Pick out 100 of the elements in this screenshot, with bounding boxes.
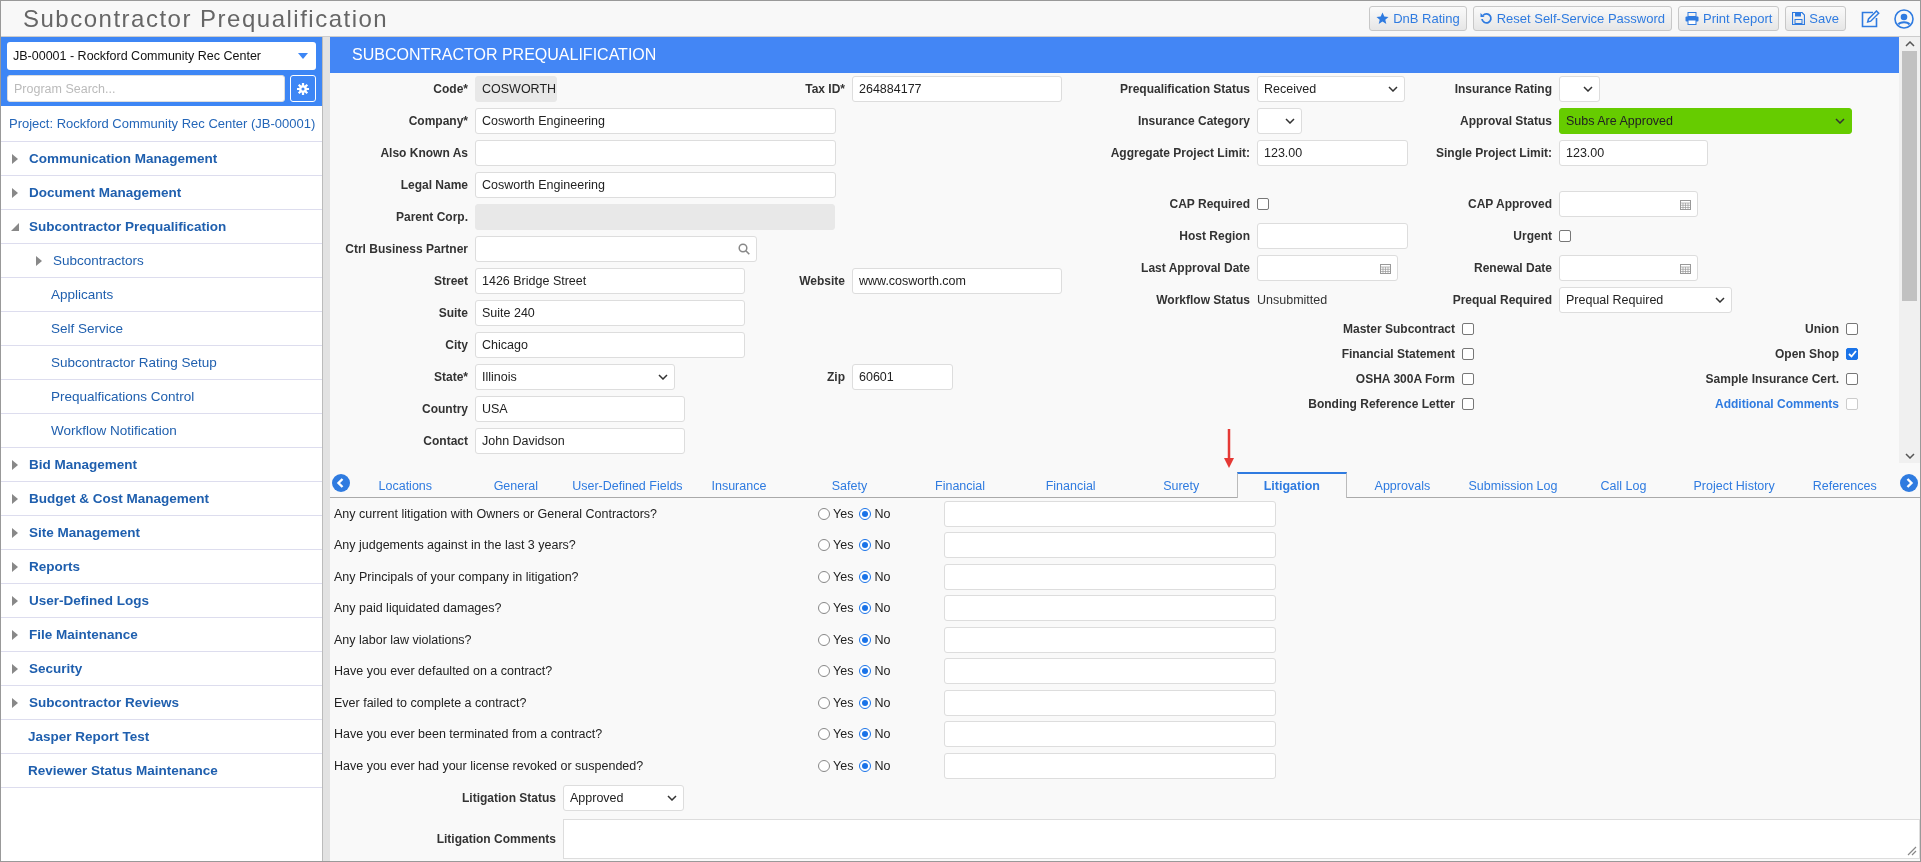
tab[interactable]: User-Defined Fields — [571, 472, 684, 498]
radio-option[interactable]: No — [859, 506, 891, 521]
dropdown[interactable] — [1257, 108, 1302, 134]
tab[interactable]: References — [1789, 472, 1900, 498]
radio-button[interactable] — [818, 759, 830, 772]
dropdown[interactable]: Subs Are Approved — [1559, 108, 1852, 134]
menu-item[interactable]: Applicants — [1, 278, 322, 312]
text-field[interactable]: Cosworth Engineering — [475, 172, 836, 198]
tab[interactable]: General — [460, 472, 572, 498]
radio-option[interactable]: No — [859, 601, 891, 616]
text-field[interactable] — [1257, 223, 1408, 249]
radio-button[interactable] — [859, 633, 872, 646]
comments-field[interactable] — [563, 818, 1920, 859]
radio-option[interactable]: No — [859, 758, 891, 773]
radio-option[interactable]: No — [859, 569, 891, 584]
checkbox[interactable] — [1846, 372, 1858, 385]
text-field[interactable] — [944, 626, 1276, 653]
text-field[interactable]: 123.00 — [1559, 140, 1708, 166]
text-field[interactable] — [475, 140, 836, 166]
checkbox[interactable] — [1846, 347, 1858, 360]
project-link[interactable]: Project: Rockford Community Rec Center (JB-00001) — [1, 106, 322, 142]
radio-button[interactable] — [859, 665, 872, 678]
toolbar-button[interactable]: Reset Self-Service Password — [1472, 6, 1672, 31]
text-field[interactable]: Chicago — [475, 332, 745, 358]
radio-option[interactable]: Yes — [818, 632, 854, 647]
checkbox[interactable] — [1559, 230, 1571, 242]
menu-item[interactable]: Document Management — [1, 176, 322, 210]
radio-option[interactable]: Yes — [818, 538, 854, 553]
date-field[interactable] — [1559, 255, 1698, 281]
dropdown[interactable]: Prequal Required — [1559, 287, 1732, 313]
tab[interactable]: Financial — [1015, 472, 1126, 498]
tab[interactable]: Safety — [794, 472, 905, 498]
radio-option[interactable]: No — [859, 664, 891, 679]
text-field[interactable]: USA — [475, 396, 685, 422]
menu-item[interactable]: Budget & Cost Management — [1, 482, 322, 516]
tab[interactable]: Surety — [1125, 472, 1237, 498]
settings-button[interactable] — [290, 75, 316, 102]
toolbar-button[interactable]: Save — [1785, 6, 1846, 31]
previous-icon[interactable] — [332, 474, 350, 492]
dropdown[interactable] — [1559, 76, 1600, 102]
text-field[interactable]: Suite 240 — [475, 300, 745, 326]
menu-item[interactable]: Self Service — [1, 312, 322, 346]
radio-button[interactable] — [859, 759, 872, 772]
text-field[interactable]: Cosworth Engineering — [475, 108, 836, 134]
lookup-field[interactable] — [475, 236, 757, 262]
next-icon[interactable] — [1900, 474, 1918, 492]
radio-option[interactable]: Yes — [818, 758, 854, 773]
radio-button[interactable] — [859, 539, 872, 552]
menu-item[interactable]: User-Defined Logs — [1, 584, 322, 618]
menu-item[interactable]: Jasper Report Test — [1, 720, 322, 754]
radio-button[interactable] — [818, 633, 830, 646]
text-field[interactable]: John Davidson — [475, 428, 685, 454]
checkbox[interactable] — [1462, 347, 1474, 360]
tab[interactable]: Insurance — [683, 472, 795, 498]
menu-item[interactable]: Security — [1, 652, 322, 686]
dropdown[interactable]: Approved — [563, 784, 684, 811]
text-field[interactable] — [944, 658, 1276, 685]
menu-item[interactable]: Site Management — [1, 516, 322, 550]
radio-option[interactable]: No — [859, 538, 891, 553]
radio-button[interactable] — [818, 665, 830, 678]
radio-button[interactable] — [818, 602, 830, 615]
radio-option[interactable]: Yes — [818, 569, 854, 584]
menu-item[interactable]: Reports — [1, 550, 322, 584]
tab[interactable]: Submission Log — [1457, 472, 1569, 498]
project-select[interactable]: JB-00001 - Rockford Community Rec Center — [7, 42, 316, 70]
text-field[interactable] — [944, 532, 1276, 559]
tab[interactable]: Call Log — [1568, 472, 1679, 498]
tab[interactable]: Project History — [1678, 472, 1790, 498]
tab[interactable]: Financial — [904, 472, 1016, 498]
text-field[interactable]: 1426 Bridge Street — [475, 268, 745, 294]
scrollbar[interactable] — [1899, 37, 1920, 463]
menu-item[interactable]: File Maintenance — [1, 618, 322, 652]
radio-button[interactable] — [859, 696, 872, 709]
menu-item[interactable]: Subcontractor Prequalification — [1, 210, 322, 244]
text-field[interactable] — [944, 752, 1276, 779]
radio-option[interactable]: Yes — [818, 727, 854, 742]
date-field[interactable] — [1559, 191, 1698, 217]
checkbox[interactable] — [1462, 397, 1474, 410]
text-field[interactable] — [944, 595, 1276, 622]
radio-button[interactable] — [818, 696, 830, 709]
menu-item[interactable]: Reviewer Status Maintenance — [1, 754, 322, 788]
radio-option[interactable]: No — [859, 727, 891, 742]
radio-option[interactable]: Yes — [818, 695, 854, 710]
text-field[interactable] — [944, 721, 1276, 748]
edit-icon[interactable] — [1860, 9, 1880, 28]
checkbox[interactable] — [1462, 372, 1474, 385]
checkbox[interactable] — [1846, 322, 1858, 335]
radio-option[interactable]: Yes — [818, 506, 854, 521]
text-field[interactable]: www.cosworth.com — [852, 268, 1062, 294]
checkbox[interactable] — [1257, 198, 1269, 210]
radio-option[interactable]: Yes — [818, 601, 854, 616]
text-field[interactable] — [944, 563, 1276, 590]
menu-item[interactable]: Workflow Notification — [1, 414, 322, 448]
checkbox[interactable] — [1462, 322, 1474, 335]
dropdown[interactable]: Received — [1257, 76, 1405, 102]
menu-item[interactable]: Prequalfications Control — [1, 380, 322, 414]
radio-button[interactable] — [818, 728, 830, 741]
text-field[interactable]: 123.00 — [1257, 140, 1408, 166]
menu-item[interactable]: Subcontractor Rating Setup — [1, 346, 322, 380]
user-icon[interactable] — [1894, 8, 1914, 29]
